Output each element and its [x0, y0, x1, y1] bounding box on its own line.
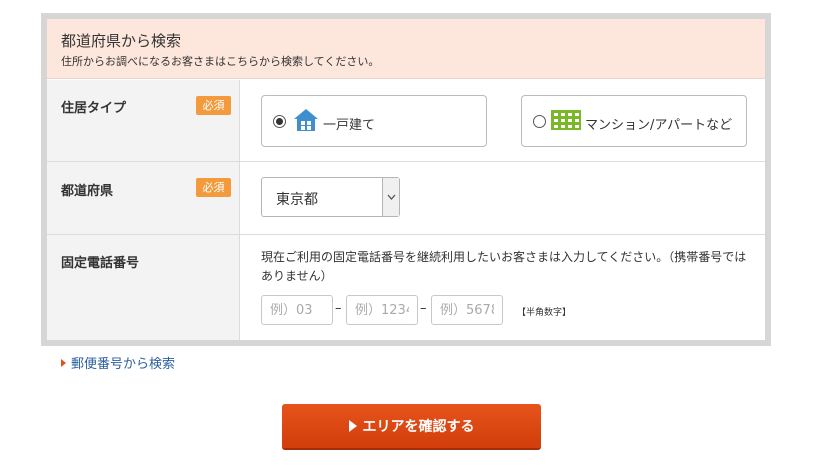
dropdown-button[interactable]: [382, 178, 399, 216]
phone-row: 固定電話番号 現在ご利用の固定電話番号を継続利用したいお客さまは入力してください…: [47, 235, 765, 340]
required-badge: 必須: [196, 96, 231, 115]
play-arrow-icon: [348, 420, 357, 432]
radio-button[interactable]: [533, 115, 546, 128]
phone-exchange-input[interactable]: [346, 295, 418, 325]
phone-separator: –: [420, 301, 427, 316]
prefecture-value-cell: 東京都: [241, 162, 765, 234]
phone-value-cell: 現在ご利用の固定電話番号を継続利用したいお客さまは入力してください。（携帯番号で…: [241, 235, 765, 340]
apartment-icon: [551, 110, 581, 130]
prefecture-select[interactable]: 東京都: [261, 177, 400, 217]
phone-label: 固定電話番号: [61, 256, 140, 271]
form-subtitle: 住所からお調べになるお客さまはこちらから検索してください。: [61, 55, 380, 68]
radio-detached-house[interactable]: 一戸建て: [261, 95, 487, 147]
form-title: 都道府県から検索: [61, 32, 182, 50]
residence-type-label-cell: 住居タイプ 必須: [47, 80, 240, 161]
phone-area-code-input[interactable]: [261, 295, 333, 325]
radio-label: マンション/アパートなど: [585, 118, 733, 133]
required-badge: 必須: [196, 178, 231, 197]
chevron-down-icon: [387, 194, 396, 200]
residence-type-label: 住居タイプ: [61, 101, 127, 116]
prefecture-label: 都道府県: [61, 184, 114, 199]
half-width-digits-hint: 【半角数字】: [517, 308, 572, 318]
postal-code-search-link[interactable]: 郵便番号から検索: [61, 353, 175, 372]
prefecture-row: 都道府県 必須 東京都: [47, 162, 765, 235]
radio-label: 一戸建て: [323, 118, 376, 133]
search-form: 都道府県から検索 住所からお調べになるお客さまはこちらから検索してください。 住…: [47, 19, 765, 340]
phone-note: 現在ご利用の固定電話番号を継続利用したいお客さまは入力してください。（携帯番号で…: [261, 250, 747, 283]
prefecture-label-cell: 都道府県 必須: [47, 162, 240, 234]
search-panel: 都道府県から検索 住所からお調べになるお客さまはこちらから検索してください。 住…: [41, 13, 771, 346]
phone-label-cell: 固定電話番号: [47, 235, 240, 340]
form-header: 都道府県から検索 住所からお調べになるお客さまはこちらから検索してください。: [47, 19, 765, 79]
phone-separator: –: [335, 301, 342, 316]
prefecture-selected-value: 東京都: [276, 192, 318, 208]
house-icon: [294, 109, 318, 131]
radio-button[interactable]: [273, 115, 286, 128]
radio-apartment[interactable]: マンション/アパートなど: [521, 95, 747, 147]
postal-link-label: 郵便番号から検索: [71, 357, 176, 372]
confirm-button-label: エリアを確認する: [362, 419, 475, 435]
confirm-area-button[interactable]: エリアを確認する: [282, 404, 541, 448]
residence-type-row: 住居タイプ 必須 一戸建て マンション/アパートなど: [47, 80, 765, 162]
residence-type-options: 一戸建て マンション/アパートなど: [241, 80, 765, 161]
phone-number-input[interactable]: [431, 295, 503, 325]
arrow-right-icon: [61, 359, 66, 367]
